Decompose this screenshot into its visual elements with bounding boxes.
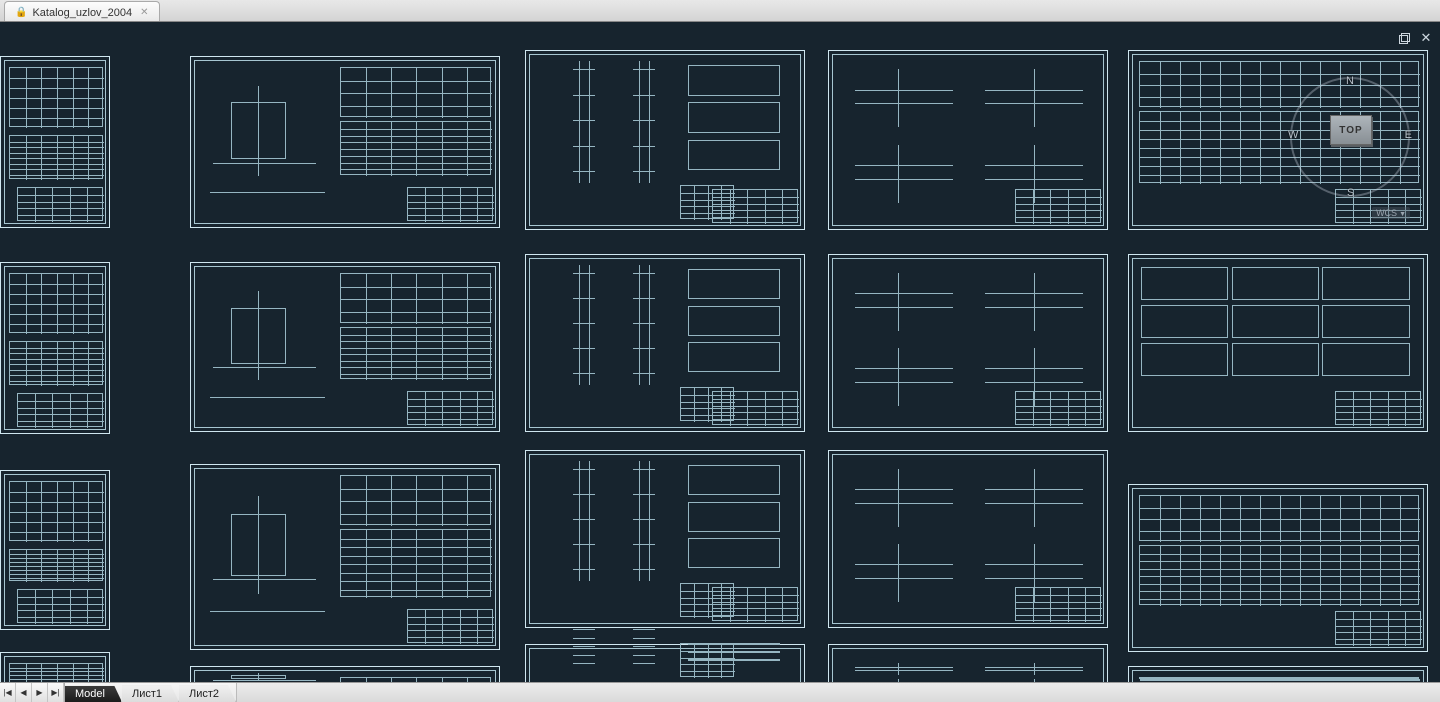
- viewcube-north[interactable]: N: [1346, 75, 1354, 87]
- layout-nav-first[interactable]: |◀: [0, 683, 16, 702]
- layout-nav-prev[interactable]: ◀: [16, 683, 32, 702]
- drawing-sheet: [1128, 484, 1428, 652]
- drawing-sheet: [1128, 666, 1428, 682]
- drawing-sheet: [525, 254, 805, 432]
- drawing-sheet: [0, 262, 110, 434]
- lock-icon: 🔒: [15, 7, 27, 18]
- drawing-sheet: [190, 666, 500, 682]
- viewport-close-icon[interactable]: ✕: [1418, 30, 1434, 46]
- viewcube-wcs[interactable]: WCS▼: [1372, 207, 1410, 219]
- viewcube[interactable]: TOP N S E W WCS▼: [1290, 77, 1410, 197]
- file-tab[interactable]: 🔒 Katalog_uzlov_2004 ✕: [4, 1, 160, 21]
- viewport-restore-icon[interactable]: [1396, 30, 1412, 46]
- drawing-sheet: [828, 644, 1108, 682]
- drawing-canvas[interactable]: ✕ TOP N S E W WCS▼: [0, 22, 1440, 682]
- drawing-sheet: [190, 56, 500, 228]
- drawing-sheet: [828, 450, 1108, 628]
- file-tab-title: Katalog_uzlov_2004: [32, 7, 132, 19]
- chevron-down-icon: ▼: [1399, 211, 1406, 218]
- drawing-sheet: [525, 450, 805, 628]
- layout-tabs: ModelЛист1Лист2: [65, 683, 236, 702]
- drawing-sheet: [525, 644, 805, 682]
- drawing-sheet: [0, 652, 110, 682]
- layout-nav-next[interactable]: ▶: [32, 683, 48, 702]
- layout-tab-bar: |◀ ◀ ▶ ▶| ModelЛист1Лист2: [0, 682, 1440, 702]
- viewport-controls: ✕: [1396, 30, 1434, 46]
- drawing-sheet: [828, 50, 1108, 230]
- drawing-sheet: [0, 470, 110, 630]
- app-frame: 🔒 Katalog_uzlov_2004 ✕ ✕ TOP N S E W WCS…: [0, 0, 1440, 702]
- viewcube-east[interactable]: E: [1405, 129, 1412, 141]
- drawing-sheet: [190, 464, 500, 650]
- layout-tab-лист2[interactable]: Лист2: [179, 685, 236, 702]
- drawing-sheet: [1128, 254, 1428, 432]
- status-strip: [236, 683, 1440, 702]
- viewcube-face[interactable]: TOP: [1330, 115, 1372, 145]
- layout-nav: |◀ ◀ ▶ ▶|: [0, 683, 65, 702]
- layout-tab-лист1[interactable]: Лист1: [122, 685, 179, 702]
- layout-nav-last[interactable]: ▶|: [48, 683, 64, 702]
- drawing-sheet: [525, 50, 805, 230]
- file-tab-bar: 🔒 Katalog_uzlov_2004 ✕: [0, 0, 1440, 22]
- file-tab-close-icon[interactable]: ✕: [140, 7, 148, 18]
- drawing-sheet: [828, 254, 1108, 432]
- viewcube-south[interactable]: S: [1347, 187, 1354, 199]
- drawing-sheet: [0, 56, 110, 228]
- drawing-sheet: [190, 262, 500, 432]
- viewcube-west[interactable]: W: [1288, 129, 1298, 141]
- layout-tab-model[interactable]: Model: [65, 685, 122, 702]
